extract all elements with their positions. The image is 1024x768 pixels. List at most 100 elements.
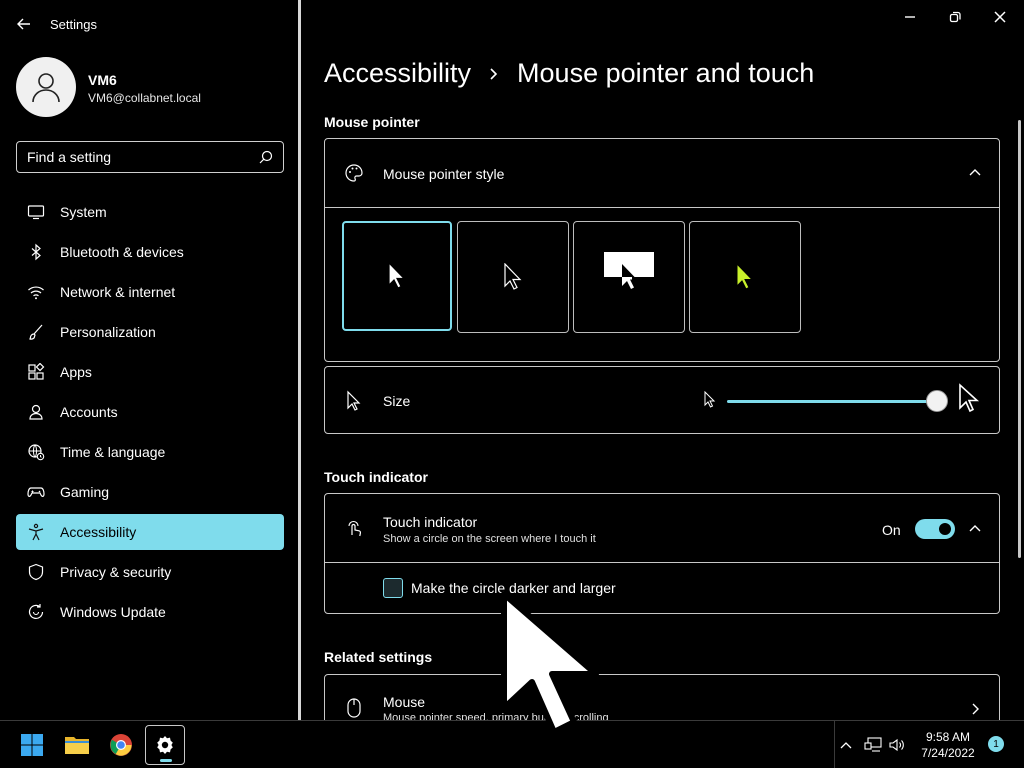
tray-clock[interactable]: 9:58 AM 7/24/2022 <box>912 729 984 761</box>
accessibility-icon <box>26 522 46 542</box>
search-input[interactable]: Find a setting <box>16 141 284 173</box>
page-title: Mouse pointer and touch <box>517 58 815 88</box>
sidebar-item-network[interactable]: Network & internet <box>16 274 284 310</box>
sidebar-item-system[interactable]: System <box>16 194 284 230</box>
close-icon[interactable] <box>989 6 1011 28</box>
sidebar-item-personalization[interactable]: Personalization <box>16 314 284 350</box>
custom-pointer-icon <box>736 263 754 290</box>
sidebar-item-gaming[interactable]: Gaming <box>16 474 284 510</box>
back-arrow-icon[interactable] <box>14 14 34 34</box>
sidebar-item-label: Accessibility <box>60 524 137 540</box>
restore-icon[interactable] <box>944 6 966 28</box>
sidebar-item-label: System <box>60 204 107 220</box>
breadcrumb-parent[interactable]: Accessibility <box>324 58 471 89</box>
navigation-pane: Settings VM6 VM6@collabnet.local Find a … <box>0 0 298 720</box>
pointer-style-black-tile[interactable] <box>457 221 569 333</box>
chrome-icon <box>110 734 132 756</box>
sidebar-item-label: Time & language <box>60 444 166 460</box>
toggle-knob <box>939 523 951 535</box>
divider <box>325 562 999 563</box>
sidebar-item-privacy[interactable]: Privacy & security <box>16 554 284 590</box>
sidebar-item-label: Bluetooth & devices <box>60 244 184 260</box>
content-pane: Accessibility Mouse pointer and touch Mo… <box>301 0 1024 720</box>
pointer-style-inverted-tile[interactable] <box>573 221 685 333</box>
chevron-up-icon <box>840 742 852 749</box>
app-title: Settings <box>50 17 97 32</box>
volume-tray-button[interactable] <box>886 725 908 765</box>
update-icon <box>26 602 46 622</box>
sidebar-item-accessibility[interactable]: Accessibility <box>16 514 284 550</box>
sidebar-item-apps[interactable]: Apps <box>16 354 284 390</box>
file-explorer-button[interactable] <box>57 725 97 765</box>
volume-icon <box>889 738 904 752</box>
pointer-style-custom-tile[interactable] <box>689 221 801 333</box>
taskbar: 9:58 AM 7/24/2022 <box>0 720 1024 768</box>
mouse-pointer-style-card: Mouse pointer style <box>324 138 1000 362</box>
black-pointer-icon <box>504 263 522 290</box>
touch-indicator-description: Show a circle on the screen where I touc… <box>383 533 596 545</box>
start-icon <box>21 734 43 756</box>
darker-circle-checkbox[interactable] <box>383 578 403 598</box>
sidebar-item-label: Apps <box>60 364 92 380</box>
monitor-icon <box>26 202 46 222</box>
chevron-up-icon[interactable] <box>967 521 983 537</box>
sidebar-item-bluetooth[interactable]: Bluetooth & devices <box>16 234 284 270</box>
inverted-pointer-icon <box>622 264 637 289</box>
wifi-icon <box>26 282 46 302</box>
file-explorer-icon <box>65 737 89 754</box>
pointer-style-white-tile[interactable] <box>342 221 452 331</box>
inverted-preview <box>604 252 654 302</box>
pointer-icon <box>343 390 365 412</box>
large-pointer-icon <box>957 383 981 415</box>
size-slider-track[interactable] <box>727 400 937 403</box>
size-label: Size <box>383 393 411 409</box>
clock-date: 7/24/2022 <box>921 746 975 760</box>
gamepad-icon <box>26 482 46 502</box>
section-title-mouse-pointer: Mouse pointer <box>324 114 420 130</box>
mouse-pointer-style-header[interactable]: Mouse pointer style <box>325 139 999 207</box>
size-slider-thumb[interactable] <box>926 390 948 412</box>
section-title-touch-indicator: Touch indicator <box>324 469 428 485</box>
start-button[interactable] <box>12 725 52 765</box>
bluetooth-icon <box>26 242 46 262</box>
search-placeholder: Find a setting <box>27 149 112 165</box>
darker-circle-label: Make the circle darker and larger <box>411 580 616 596</box>
vertical-scrollbar[interactable] <box>1018 120 1021 558</box>
toggle-state-text: On <box>882 522 901 538</box>
white-pointer-icon <box>388 262 406 289</box>
user-name: VM6 <box>88 72 117 88</box>
sidebar-item-label: Personalization <box>60 324 156 340</box>
mouse-icon <box>343 697 365 719</box>
touch-indicator-card: Touch indicator Show a circle on the scr… <box>324 493 1000 614</box>
sidebar-item-windows-update[interactable]: Windows Update <box>16 594 284 630</box>
globe-clock-icon <box>26 442 46 462</box>
touch-indicator-header[interactable]: Touch indicator Show a circle on the scr… <box>325 494 999 562</box>
sidebar-item-accounts[interactable]: Accounts <box>16 394 284 430</box>
search-icon[interactable] <box>259 150 273 164</box>
mouse-description: Mouse pointer speed, primary button, scr… <box>383 712 609 720</box>
settings-icon <box>157 736 173 754</box>
chevron-right-icon[interactable] <box>967 701 983 717</box>
minimize-icon[interactable] <box>899 6 921 28</box>
brush-icon <box>26 322 46 342</box>
person-icon <box>26 402 46 422</box>
notification-badge[interactable]: 1 <box>988 736 1004 752</box>
show-hidden-icons-button[interactable] <box>836 725 856 765</box>
mouse-pointer-style-label: Mouse pointer style <box>383 166 505 182</box>
settings-button[interactable] <box>145 725 185 765</box>
breadcrumb: Accessibility Mouse pointer and touch <box>324 58 814 89</box>
apps-icon <box>26 362 46 382</box>
sidebar-item-time-language[interactable]: Time & language <box>16 434 284 470</box>
touch-indicator-toggle[interactable] <box>915 519 955 539</box>
network-tray-button[interactable] <box>862 725 884 765</box>
nav-list: System Bluetooth & devices Network & int… <box>16 194 284 634</box>
small-pointer-icon <box>703 391 717 409</box>
chevron-up-icon[interactable] <box>967 165 983 181</box>
pointer-size-card: Size <box>324 366 1000 434</box>
person-icon <box>32 73 60 103</box>
chrome-button[interactable] <box>101 725 141 765</box>
avatar[interactable] <box>16 57 76 117</box>
active-indicator <box>160 759 172 762</box>
related-mouse-card[interactable]: Mouse Mouse pointer speed, primary butto… <box>324 674 1000 720</box>
network-icon <box>864 737 882 752</box>
